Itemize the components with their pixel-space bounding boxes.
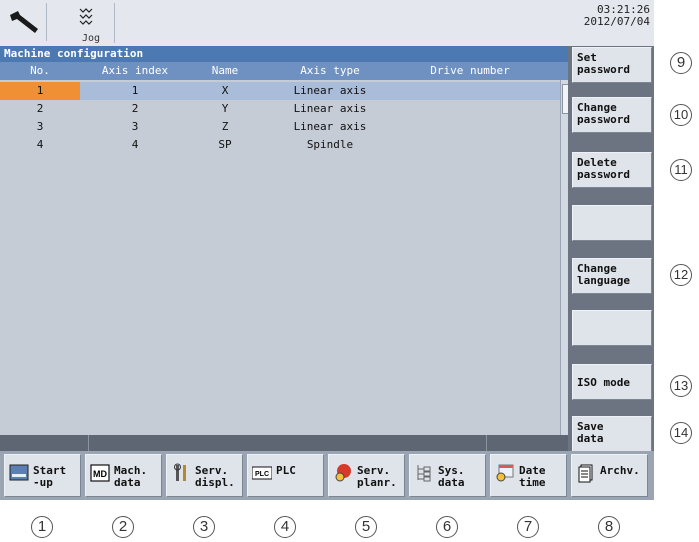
softkey-label: Date time <box>519 464 546 489</box>
iso-mode-softkey[interactable]: ISO mode <box>572 364 652 400</box>
table-row[interactable]: 4 4 SP Spindle <box>0 136 560 154</box>
callout-13: 13 <box>670 375 692 397</box>
callout-7: 7 <box>517 516 539 538</box>
wrench-icon <box>4 3 47 41</box>
callout-4: 4 <box>274 516 296 538</box>
panel-title: Machine configuration <box>0 46 568 62</box>
callout-9: 9 <box>670 52 692 74</box>
service-planner-softkey[interactable]: Serv. planr. <box>328 454 405 497</box>
mode-label: Jog <box>82 33 101 44</box>
change-password-softkey[interactable]: Change password <box>572 97 652 133</box>
cell-name: Y <box>221 102 229 115</box>
archive-softkey[interactable]: Archv. <box>571 454 648 497</box>
cell-axis-index: 4 <box>131 138 139 151</box>
softkey-label: Archv. <box>600 464 640 477</box>
softkey-label: Serv. displ. <box>195 464 235 489</box>
machine-data-softkey[interactable]: MD Mach. data <box>85 454 162 497</box>
cell-axis-type: Linear axis <box>293 84 367 97</box>
callout-12: 12 <box>670 264 692 286</box>
cell-name: Z <box>221 120 229 133</box>
empty-softkey[interactable] <box>572 310 652 346</box>
svg-text:MD: MD <box>93 469 107 479</box>
callout-6: 6 <box>436 516 458 538</box>
set-password-softkey[interactable]: Set password <box>572 47 652 83</box>
save-data-softkey[interactable]: Save data <box>572 416 652 452</box>
callout-2: 2 <box>112 516 134 538</box>
date-time-icon <box>495 463 515 483</box>
service-display-softkey[interactable]: Serv. displ. <box>166 454 243 497</box>
plc-softkey[interactable]: PLC PLC <box>247 454 324 497</box>
cell-no: 3 <box>36 120 44 133</box>
cell-no: 4 <box>36 138 44 151</box>
plc-icon: PLC <box>251 463 273 483</box>
system-data-icon <box>414 463 434 483</box>
callout-3: 3 <box>193 516 215 538</box>
column-header-axis-index: Axis index <box>101 64 169 77</box>
table-row[interactable]: 1 1 X Linear axis <box>0 82 560 100</box>
system-data-softkey[interactable]: Sys. data <box>409 454 486 497</box>
startup-icon <box>9 463 29 483</box>
tools-icon <box>171 463 191 483</box>
status-divider <box>88 435 89 451</box>
softkey-label: Start -up <box>33 464 67 489</box>
start-up-softkey[interactable]: Start -up <box>4 454 81 497</box>
cell-axis-type: Linear axis <box>293 120 367 133</box>
softkey-label: Mach. data <box>114 464 148 489</box>
column-header-axis-type: Axis type <box>300 64 360 77</box>
change-language-softkey[interactable]: Change language <box>572 258 652 294</box>
table-row[interactable]: 2 2 Y Linear axis <box>0 100 560 118</box>
cell-no: 2 <box>36 102 44 115</box>
empty-softkey[interactable] <box>572 205 652 241</box>
callout-5: 5 <box>355 516 377 538</box>
cell-axis-type: Linear axis <box>293 102 367 115</box>
callout-10: 10 <box>670 104 692 126</box>
cell-axis-index: 1 <box>131 84 139 97</box>
cell-name: X <box>221 84 229 97</box>
status-header: Jog 03:21:26 2012/07/04 <box>0 0 654 47</box>
date-time-softkey[interactable]: Date time <box>490 454 567 497</box>
callout-14: 14 <box>670 422 692 444</box>
cell-axis-index: 3 <box>131 120 139 133</box>
callout-1: 1 <box>31 516 53 538</box>
clock: 03:21:26 2012/07/04 <box>584 4 650 28</box>
softkey-label: Serv. planr. <box>357 464 397 489</box>
callout-8: 8 <box>598 516 620 538</box>
date-display: 2012/07/04 <box>583 15 650 28</box>
column-header-name: Name <box>211 64 239 77</box>
horizontal-softkey-bar: Start -up MD Mach. data Serv. displ. PLC… <box>0 451 654 500</box>
column-header-no: No. <box>30 64 50 77</box>
archive-icon <box>576 463 596 483</box>
hmi-screen: Jog 03:21:26 2012/07/04 Machine configur… <box>0 0 654 500</box>
table-header: No. Axis index Name Axis type Drive numb… <box>0 62 568 80</box>
cell-name: SP <box>218 138 232 151</box>
column-header-drive-number: Drive number <box>430 64 510 77</box>
cell-axis-type: Spindle <box>306 138 354 151</box>
message-line <box>0 435 568 451</box>
md-icon: MD <box>90 463 110 483</box>
softkey-label: PLC <box>276 464 296 477</box>
cell-axis-index: 2 <box>131 102 139 115</box>
machine-configuration-panel: Machine configuration No. Axis index Nam… <box>0 46 569 435</box>
status-divider <box>486 435 487 451</box>
delete-password-softkey[interactable]: Delete password <box>572 152 652 188</box>
callout-11: 11 <box>670 159 692 181</box>
service-planner-icon <box>333 463 353 483</box>
table-row[interactable]: 3 3 Z Linear axis <box>0 118 560 136</box>
softkey-label: Sys. data <box>438 464 465 489</box>
svg-text:PLC: PLC <box>255 471 269 478</box>
cell-no[interactable]: 1 <box>0 82 80 100</box>
